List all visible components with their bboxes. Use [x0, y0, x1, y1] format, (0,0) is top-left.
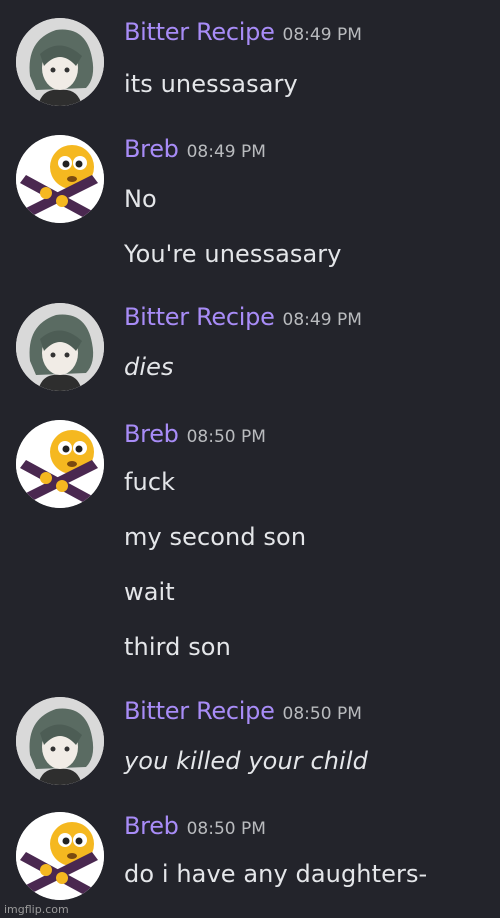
username[interactable]: Bitter Recipe: [124, 697, 275, 725]
avatar-bitter-recipe[interactable]: [16, 697, 104, 785]
timestamp: 08:49 PM: [282, 25, 362, 45]
watermark: imgflip.com: [4, 903, 69, 916]
emoji-avatar-icon: [16, 420, 104, 508]
avatar-breb[interactable]: [16, 135, 104, 223]
emoji-avatar-icon: [16, 135, 104, 223]
timestamp: 08:49 PM: [186, 142, 266, 162]
avatar-breb[interactable]: [16, 420, 104, 508]
message-text: You're unessasary: [124, 240, 342, 268]
anime-character-avatar-icon: [16, 697, 104, 785]
emoji-avatar-icon: [16, 812, 104, 900]
username[interactable]: Bitter Recipe: [124, 18, 275, 46]
avatar-bitter-recipe[interactable]: [16, 18, 104, 106]
username[interactable]: Breb: [124, 135, 179, 163]
timestamp: 08:50 PM: [282, 704, 362, 724]
chat-screen: { "messages": [ {"username": "Bitter Rec…: [0, 0, 500, 918]
message-text: wait: [124, 578, 175, 606]
avatar-breb[interactable]: [16, 812, 104, 900]
message-text: fuck: [124, 468, 176, 496]
message-text: do i have any daughters-: [124, 860, 428, 888]
anime-character-avatar-icon: [16, 303, 104, 391]
username[interactable]: Bitter Recipe: [124, 303, 275, 331]
timestamp: 08:50 PM: [186, 819, 266, 839]
message-text: its unessasary: [124, 70, 298, 98]
username[interactable]: Breb: [124, 420, 179, 448]
timestamp: 08:49 PM: [282, 310, 362, 330]
message-text: No: [124, 185, 157, 213]
message-text: dies: [124, 353, 174, 381]
avatar-bitter-recipe[interactable]: [16, 303, 104, 391]
message-text: my second son: [124, 523, 307, 551]
anime-character-avatar-icon: [16, 18, 104, 106]
message-text: third son: [124, 633, 231, 661]
timestamp: 08:50 PM: [186, 427, 266, 447]
message-text: you killed your child: [124, 747, 368, 775]
username[interactable]: Breb: [124, 812, 179, 840]
